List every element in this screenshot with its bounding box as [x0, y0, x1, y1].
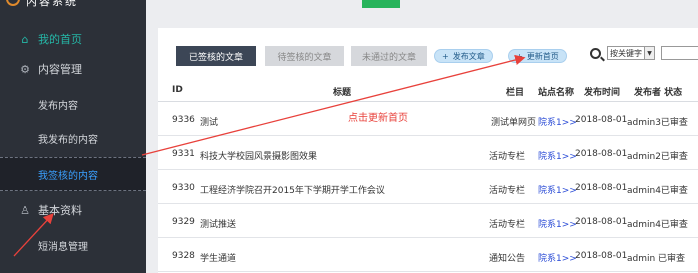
- cell-column: 通知公告: [488, 254, 525, 264]
- search-type-value: 按关键字: [610, 48, 642, 58]
- cell-site[interactable]: 院系1>>: [538, 183, 577, 196]
- table-row[interactable]: 9330 工程经济学院召开2015年下学期开学工作会议 活动专栏 院系1>> 2…: [158, 171, 698, 204]
- sidebar-item-label: 我发布的内容: [38, 134, 98, 146]
- header-id: ID: [172, 85, 183, 95]
- cell-publisher-status: admin3已审查: [627, 118, 688, 128]
- sidebar-item-label: 短消息管理: [38, 241, 88, 253]
- table-row[interactable]: 9328 学生通道 通知公告 院系1>> 2018-08-01 admin 已审…: [158, 239, 698, 272]
- cell-id: 9331: [172, 149, 195, 159]
- cell-column: 活动专栏: [488, 152, 525, 162]
- cell-site[interactable]: 院系1>>: [538, 115, 577, 128]
- plus-icon: +: [516, 51, 523, 61]
- header-site: 站点名称: [538, 88, 575, 98]
- cell-site[interactable]: 院系1>>: [538, 217, 577, 230]
- sidebar-item-label: 内容管理: [38, 63, 82, 76]
- header-publisher-status: 发布者 状态: [634, 88, 683, 98]
- cell-title[interactable]: 测试推送: [200, 217, 236, 230]
- header-title: 标题: [333, 88, 352, 98]
- tab-signed[interactable]: 已签核的文章: [176, 46, 256, 66]
- cell-id: 9329: [172, 217, 195, 227]
- cell-time: 2018-08-01: [575, 251, 628, 261]
- top-green-button[interactable]: [362, 0, 400, 8]
- cell-id: 9328: [172, 251, 195, 261]
- brand-title: 内容系统: [26, 0, 78, 8]
- sidebar-item-basic-info[interactable]: ♙ 基本资料: [0, 193, 146, 227]
- plus-icon: +: [442, 51, 449, 61]
- cell-column: 测试单网页: [490, 118, 536, 128]
- sidebar-item-label: 我的首页: [38, 33, 82, 46]
- table-row[interactable]: 9331 科技大学校园风景摄影图效果 活动专栏 院系1>> 2018-08-01…: [158, 137, 698, 170]
- publish-article-button[interactable]: + 发布文章: [434, 49, 493, 63]
- search-input[interactable]: [661, 46, 698, 60]
- cell-id: 9330: [172, 183, 195, 193]
- sidebar-item-my-signed[interactable]: 我签核的内容: [0, 157, 146, 191]
- chevron-down-icon: ▼: [644, 47, 654, 59]
- sidebar-item-label: 我签核的内容: [38, 170, 98, 182]
- cell-column: 活动专栏: [488, 186, 525, 196]
- header-time: 发布时间: [584, 88, 621, 98]
- cell-id: 9336: [172, 115, 195, 125]
- sidebar: 内容系统 ⌂ 我的首页 ⚙ 内容管理 发布内容 我发布的内容 我签核的内容 ♙ …: [0, 0, 146, 273]
- table-row[interactable]: 9336 测试 测试单网页 院系1>> 2018-08-01 admin3已审查: [158, 103, 698, 136]
- cell-title[interactable]: 测试: [200, 115, 218, 128]
- header-column: 栏目: [506, 88, 525, 98]
- update-home-label: 更新首页: [526, 51, 559, 61]
- cell-time: 2018-08-01: [575, 183, 628, 193]
- cell-time: 2018-08-01: [575, 115, 628, 125]
- sidebar-item-label: 基本资料: [38, 204, 82, 217]
- sidebar-item-sms[interactable]: 短消息管理: [0, 228, 146, 262]
- cell-title[interactable]: 学生通道: [200, 251, 236, 264]
- cell-site[interactable]: 院系1>>: [538, 149, 577, 162]
- tab-pending[interactable]: 待签核的文章: [265, 46, 344, 66]
- sidebar-item-my-published[interactable]: 我发布的内容: [0, 121, 146, 155]
- cell-publisher-status: admin2已审查: [627, 152, 688, 162]
- sidebar-item-content-management[interactable]: ⚙ 内容管理: [0, 52, 146, 86]
- tab-rejected[interactable]: 未通过的文章: [351, 46, 427, 66]
- cell-publisher-status: admin4已审查: [627, 186, 688, 196]
- cell-column: 活动专栏: [488, 220, 525, 230]
- gear-icon: ⚙: [20, 62, 30, 76]
- content-panel: 已签核的文章 待签核的文章 未通过的文章 + 发布文章 + 更新首页 按关键字 …: [158, 28, 698, 273]
- table-row[interactable]: 9329 测试推送 活动专栏 院系1>> 2018-08-01 admin4已审…: [158, 205, 698, 238]
- cell-title[interactable]: 工程经济学院召开2015年下学期开学工作会议: [200, 183, 385, 196]
- table-header: ID 标题 栏目 站点名称 发布时间 发布者 状态: [158, 78, 698, 102]
- annotation-text: 点击更新首页: [348, 113, 408, 124]
- logo-icon: [6, 0, 20, 6]
- cell-time: 2018-08-01: [575, 149, 628, 159]
- update-home-button[interactable]: + 更新首页: [508, 49, 567, 63]
- cell-title[interactable]: 科技大学校园风景摄影图效果: [200, 149, 317, 162]
- publish-article-label: 发布文章: [452, 51, 485, 61]
- search-type-select[interactable]: 按关键字 ▼: [607, 46, 655, 60]
- sidebar-item-label: 发布内容: [38, 100, 78, 112]
- cell-time: 2018-08-01: [575, 217, 628, 227]
- brand: 内容系统: [0, 0, 146, 14]
- search-icon[interactable]: [590, 48, 601, 59]
- cell-publisher-status: admin4已审查: [627, 220, 688, 230]
- sidebar-item-publish[interactable]: 发布内容: [0, 87, 146, 121]
- cell-publisher-status: admin 已审查: [627, 254, 686, 264]
- home-icon: ⌂: [21, 32, 29, 46]
- cell-site[interactable]: 院系1>>: [538, 251, 577, 264]
- sidebar-item-home[interactable]: ⌂ 我的首页: [0, 22, 146, 56]
- user-icon: ♙: [20, 203, 30, 217]
